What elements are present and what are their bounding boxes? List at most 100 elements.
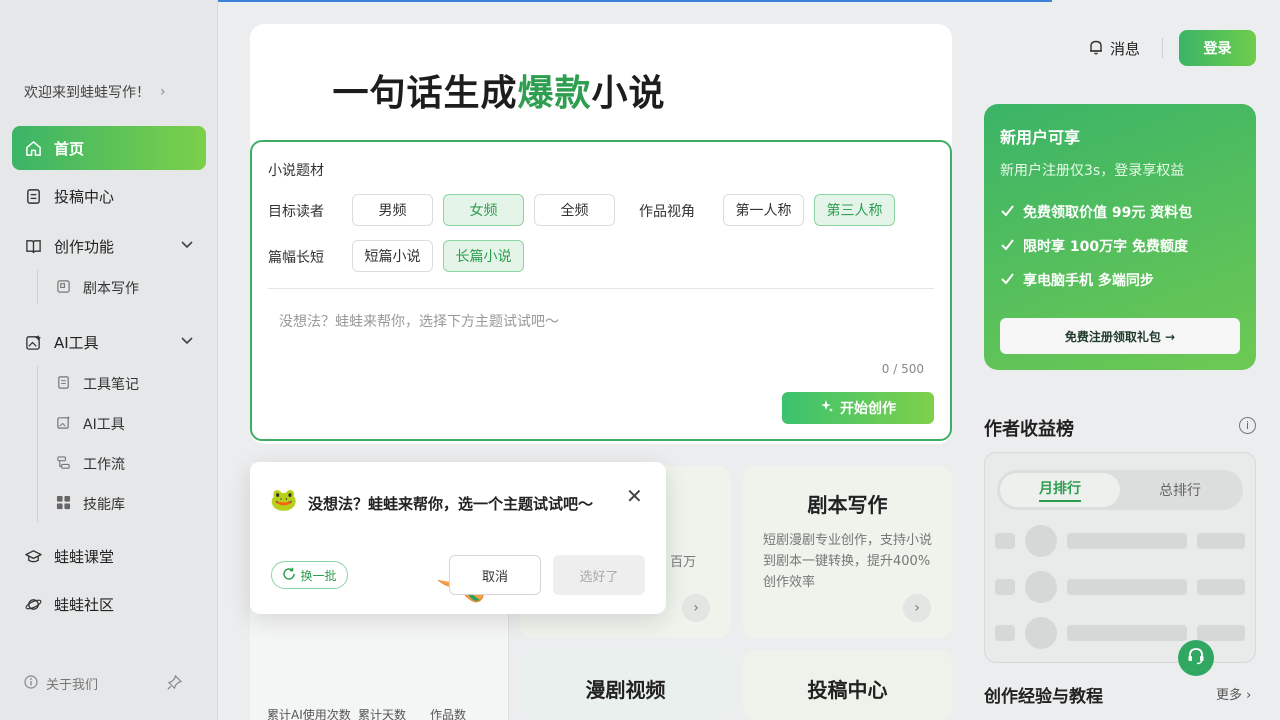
start-button-label: 开始创作: [840, 401, 896, 417]
confirm-button[interactable]: 选好了: [553, 555, 645, 595]
sidebar-item-label: 蛙蛙社区: [54, 595, 115, 614]
info-icon: [24, 674, 38, 693]
skeleton-name: [1067, 533, 1187, 549]
skeleton-name: [1067, 625, 1187, 641]
headset-icon: [1186, 646, 1206, 670]
welcome-link[interactable]: 欢迎来到蛙蛙写作！ ›: [24, 82, 166, 102]
skeleton-rank: [995, 625, 1015, 641]
form-divider: [268, 288, 934, 289]
submenu-guide-line: [37, 270, 38, 304]
about-label: 关于我们: [46, 678, 99, 693]
sidebar-item-submission[interactable]: 投稿中心: [12, 174, 206, 218]
refresh-label: 换一批: [300, 568, 337, 583]
customer-service-button[interactable]: [1178, 640, 1214, 676]
sidebar-item-label: 蛙蛙课堂: [54, 547, 115, 566]
reader-option-male[interactable]: 男频: [352, 194, 433, 226]
length-option-short[interactable]: 短篇小说: [352, 240, 433, 272]
refresh-batch-button[interactable]: 换一批: [271, 561, 348, 589]
header-divider: [1162, 38, 1163, 58]
workflow-icon: [56, 455, 71, 474]
stat-label: 作品数: [430, 708, 467, 720]
cancel-button[interactable]: 取消: [449, 555, 541, 595]
stat-label: 累计AI使用次数: [267, 708, 351, 720]
sidebar-item-classroom[interactable]: 蛙蛙课堂: [12, 534, 206, 578]
graduation-cap-icon: [24, 547, 42, 565]
skeleton-avatar: [1025, 525, 1057, 557]
char-counter: 0 / 500: [881, 362, 924, 376]
sidebar-subitem-label: 技能库: [83, 497, 125, 513]
chevron-down-icon: [180, 237, 194, 255]
skeleton-avatar: [1025, 617, 1057, 649]
welcome-text: 欢迎来到蛙蛙写作！: [24, 85, 150, 101]
tutorials-title: 创作经验与教程: [984, 687, 1103, 707]
view-label: 作品视角: [639, 204, 695, 220]
sidebar-subitem-label: AI工具: [83, 417, 125, 433]
card-arrow-icon[interactable]: ›: [682, 594, 710, 622]
sidebar-subitem-script[interactable]: 剧本写作: [56, 272, 139, 304]
view-option-third-person[interactable]: 第三人称: [814, 194, 895, 226]
sidebar-subitem-label: 工作流: [83, 457, 125, 473]
register-gift-button[interactable]: 免费注册领取礼包 →: [1000, 318, 1240, 354]
length-option-long[interactable]: 长篇小说: [443, 240, 524, 272]
card-title: 剧本写作: [807, 493, 888, 517]
grid-icon: [56, 495, 71, 514]
sidebar-subitem-workflow[interactable]: 工作流: [56, 448, 125, 480]
reader-option-female[interactable]: 女频: [443, 194, 524, 226]
card-title: 漫剧视频: [585, 678, 666, 702]
pin-icon[interactable]: [166, 674, 183, 695]
notes-icon: [56, 375, 71, 394]
login-button[interactable]: 登录: [1179, 30, 1256, 66]
skeleton-avatar: [1025, 571, 1057, 603]
frog-icon: 🐸: [270, 488, 298, 513]
reader-label: 目标读者: [268, 204, 324, 220]
sidebar-item-community[interactable]: 蛙蛙社区: [12, 582, 206, 626]
promo-benefit: 免费领取价值 99元 资料包: [1000, 202, 1192, 222]
promo-title: 新用户可享: [1000, 128, 1081, 147]
sidebar-item-ai-tools[interactable]: AI工具: [12, 320, 206, 364]
skeleton-rank: [995, 579, 1015, 595]
home-icon: [24, 139, 42, 157]
promo-benefit: 限时享 100万字 免费额度: [1000, 236, 1188, 256]
sidebar-subitem-skill-library[interactable]: 技能库: [56, 488, 125, 520]
sidebar-subitem-label: 工具笔记: [83, 377, 139, 393]
sidebar-item-home[interactable]: 首页: [12, 126, 206, 170]
skeleton-rank: [995, 533, 1015, 549]
start-creating-button[interactable]: 开始创作: [782, 392, 934, 424]
check-icon: [1000, 237, 1015, 256]
sparkle-icon: [820, 399, 834, 417]
sidebar-subitem-ai-tools[interactable]: AI工具: [56, 408, 125, 440]
card-arrow-icon[interactable]: ›: [903, 594, 931, 622]
messages-label: 消息: [1110, 40, 1141, 58]
sidebar-item-label: 投稿中心: [54, 187, 115, 206]
card-description: 短剧漫剧专业创作，支持小说到剧本一键转换，提升400%创作效率: [763, 533, 933, 590]
chevron-down-icon: [180, 333, 194, 351]
length-label: 篇幅长短: [268, 250, 324, 266]
chevron-right-icon: ›: [160, 84, 166, 100]
info-icon[interactable]: i: [1239, 417, 1256, 434]
promo-benefit: 享电脑手机 多端同步: [1000, 270, 1154, 290]
ranking-title: 作者收益榜: [984, 419, 1074, 440]
skeleton-value: [1197, 625, 1245, 641]
title-highlight: 爆款: [517, 73, 592, 114]
submenu-guide-line: [37, 366, 38, 522]
ai-image-icon: [24, 333, 42, 351]
about-us-link[interactable]: 关于我们: [24, 674, 98, 693]
reader-option-all[interactable]: 全频: [534, 194, 615, 226]
messages-button[interactable]: 消息: [1088, 38, 1140, 59]
sidebar-item-label: 首页: [54, 139, 85, 158]
view-option-first-person[interactable]: 第一人称: [723, 194, 804, 226]
bell-icon: [1088, 39, 1104, 59]
more-link[interactable]: 更多 ›: [1216, 684, 1251, 703]
idea-textarea[interactable]: 没想法？蛙蛙来帮你，选择下方主题试试吧～: [279, 311, 559, 331]
sidebar-subitem-tool-notes[interactable]: 工具笔记: [56, 368, 139, 400]
sidebar-item-creation[interactable]: 创作功能: [12, 224, 206, 268]
sidebar-item-label: AI工具: [54, 333, 99, 352]
skeleton-value: [1197, 533, 1245, 549]
tab-monthly[interactable]: 月排行: [1000, 473, 1120, 507]
check-icon: [1000, 203, 1015, 222]
section-label: 小说题材: [268, 163, 324, 179]
tab-total[interactable]: 总排行: [1120, 473, 1240, 507]
close-icon[interactable]: ✕: [626, 484, 643, 508]
card-desc-fragment: 百万: [670, 555, 697, 570]
planet-icon: [24, 595, 42, 613]
